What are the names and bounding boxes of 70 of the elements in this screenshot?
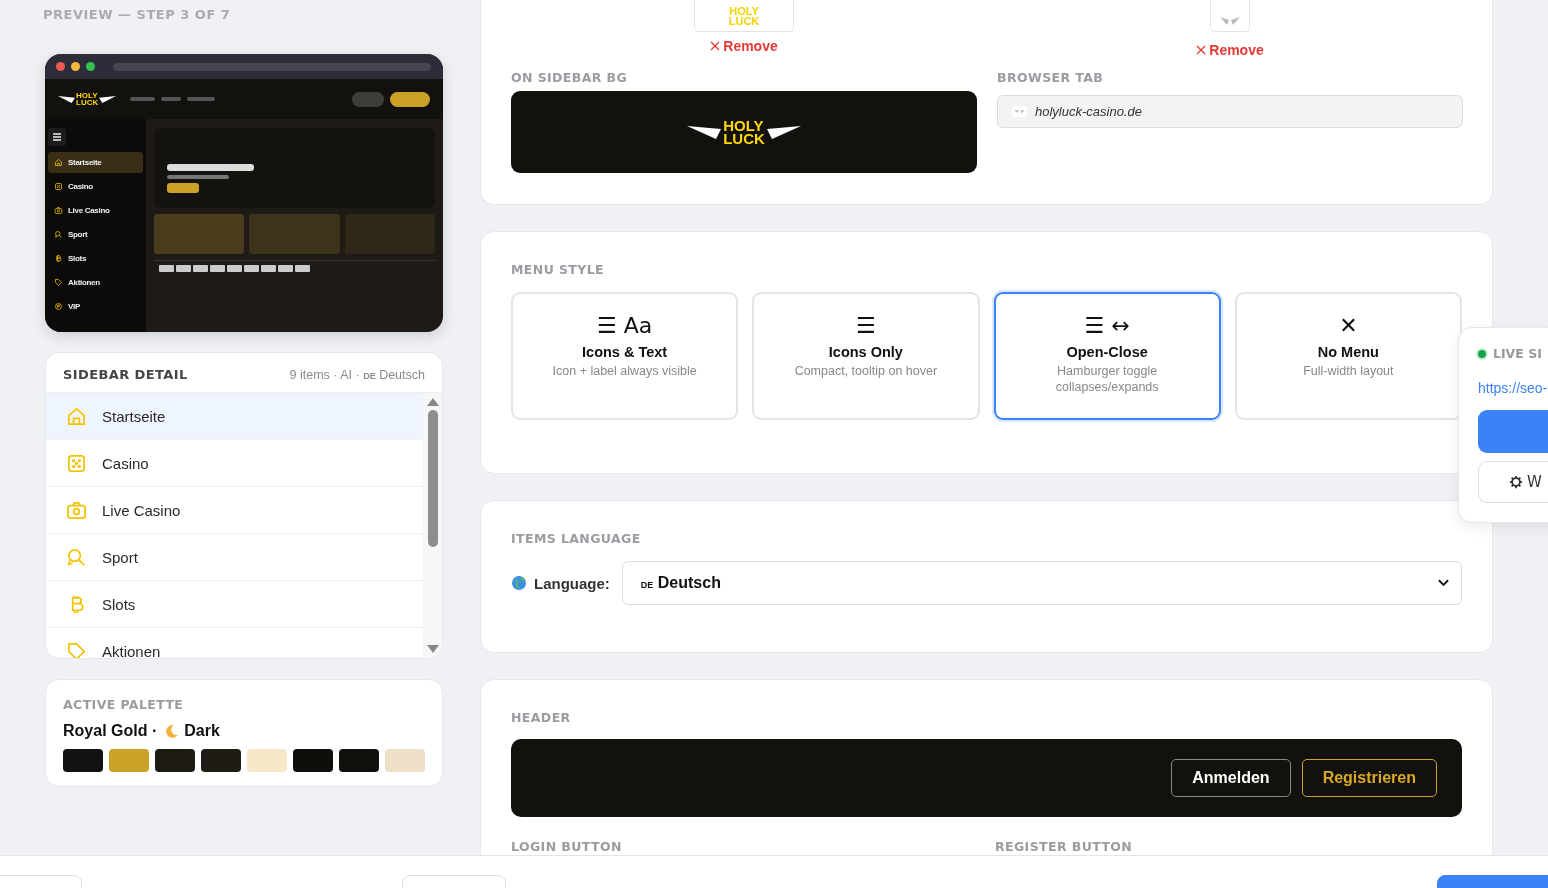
preview-nav-item[interactable]: Startseite: [48, 152, 143, 173]
sidebar-item[interactable]: Sport: [46, 534, 423, 581]
favicon-icon: [1012, 106, 1027, 117]
status-dot: [1478, 349, 1486, 358]
sidebar-item[interactable]: Startseite: [46, 393, 423, 440]
sidebar-item[interactable]: Casino: [46, 440, 423, 487]
tag-icon: [54, 278, 63, 287]
wing-icon: [58, 94, 75, 104]
camera-icon: [54, 206, 63, 215]
window-maximize-dot: [86, 62, 95, 71]
field-label: ON SIDEBAR BG: [511, 70, 629, 85]
nav-placeholder: [161, 97, 182, 101]
sidebar-item[interactable]: Slots: [46, 581, 423, 628]
home-icon: [54, 158, 63, 167]
step-caption: PREVIEW — STEP 3 OF 7: [43, 7, 232, 22]
nav-placeholder: [187, 97, 216, 101]
field-label: LOGIN BUTTON: [511, 839, 623, 854]
panel-title: LIVE SI: [1493, 346, 1542, 361]
palette-name: Royal Gold ·: [63, 722, 158, 740]
preview-nav-item[interactable]: Casino: [48, 176, 143, 197]
close-icon: [710, 41, 721, 51]
logo-thumbnail: HOLY LUCK: [694, 0, 794, 32]
login-button[interactable]: Anmelden: [1171, 759, 1291, 797]
field-label: BROWSER TAB: [997, 70, 1105, 85]
scrollbar[interactable]: [423, 393, 442, 658]
register-button[interactable]: Registrieren: [1301, 759, 1437, 797]
preview-nav-item[interactable]: Sport: [48, 224, 143, 245]
close-icon: [1196, 45, 1207, 55]
globe-icon: [511, 575, 527, 591]
sidebar-item[interactable]: Live Casino: [46, 487, 423, 534]
coin-icon: [54, 302, 63, 311]
language-select[interactable]: DE Deutsch: [621, 561, 1462, 605]
logo: HOLY LUCK: [58, 92, 117, 106]
gear-icon: [1509, 475, 1523, 489]
nav-placeholder: [130, 97, 156, 101]
primary-button[interactable]: [1478, 410, 1548, 453]
field-label: REGISTER BUTTON: [995, 839, 1134, 854]
register-placeholder: [390, 91, 430, 107]
remove-button[interactable]: Remove: [710, 38, 778, 54]
wing-icon: [687, 124, 722, 140]
preview-nav-item[interactable]: Slots: [48, 248, 143, 269]
preview-nav-item[interactable]: Aktionen: [48, 272, 143, 293]
menu-style-option[interactable]: ☰ ↔ Open-Close Hamburger toggle collapses/expands: [993, 292, 1221, 420]
chevron-down-icon: [1438, 579, 1449, 587]
window-minimize-dot: [71, 62, 80, 71]
preview-nav-item[interactable]: Live Casino: [48, 200, 143, 221]
paddle-icon: [54, 230, 63, 239]
tab-url: holyluck-casino.de: [1035, 104, 1142, 119]
site-link[interactable]: https://seo-: [1478, 380, 1548, 396]
remove-button[interactable]: Remove: [1196, 42, 1264, 58]
sidebar-meta: 9 items · AI · DE Deutsch: [289, 367, 425, 382]
preview-nav-item[interactable]: VIP: [48, 296, 143, 317]
window-close-dot: [56, 62, 65, 71]
section-title: MENU STYLE: [511, 262, 606, 277]
menu-icon: [48, 128, 66, 146]
section-title: ACTIVE PALETTE: [63, 697, 185, 712]
menu-style-option[interactable]: ☰ Aa Icons & Text Icon + label always visible: [511, 292, 739, 420]
wing-icon: [99, 94, 117, 104]
section-title: SIDEBAR DETAIL: [63, 367, 188, 382]
dice-icon: [54, 182, 63, 191]
palette-mode: Dark: [184, 722, 220, 740]
wing-icon: [766, 124, 801, 140]
section-title: HEADER: [511, 710, 572, 725]
bitcoin-icon: [54, 254, 63, 263]
login-placeholder: [352, 91, 384, 107]
menu-style-option[interactable]: ☰ Icons Only Compact, tooltip on hover: [752, 292, 980, 420]
settings-button[interactable]: W: [1478, 461, 1548, 503]
logo-preview: HOLY LUCK: [511, 91, 977, 173]
language-label: Language:: [534, 574, 610, 592]
section-title: ITEMS LANGUAGE: [511, 531, 642, 546]
